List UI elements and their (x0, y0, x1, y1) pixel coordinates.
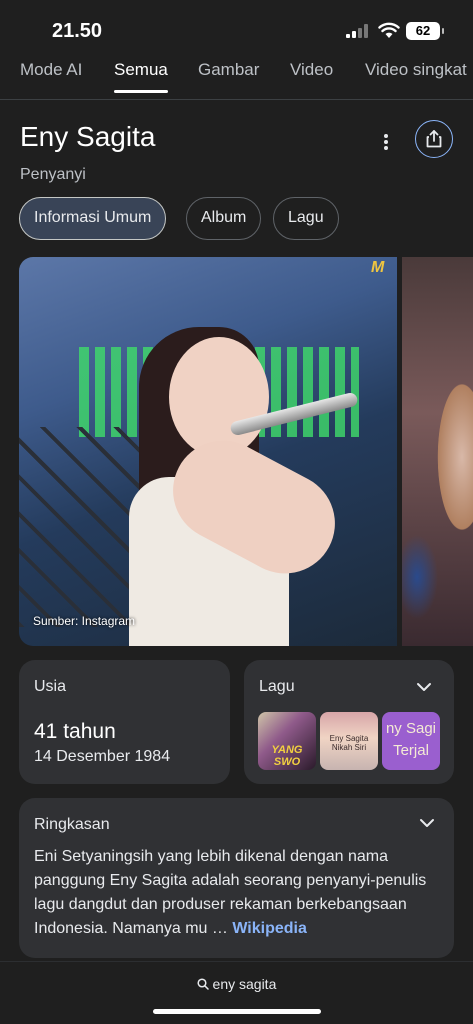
chevron-down-icon[interactable] (419, 815, 435, 831)
tab-mode-ai[interactable]: Mode AI (20, 60, 82, 80)
chip-informasi-umum[interactable]: Informasi Umum (19, 197, 167, 240)
songs-card[interactable]: Lagu YANG SWO Eny Sagita Nikah Siri ny S… (244, 660, 454, 784)
chevron-down-icon[interactable] (416, 679, 432, 695)
entity-title: Eny Sagita (20, 121, 156, 152)
more-options-icon[interactable] (376, 130, 396, 154)
age-card: Usia 41 tahun 14 Desember 1984 (19, 660, 230, 784)
cellular-signal-icon (346, 24, 368, 38)
chip-album[interactable]: Album (186, 197, 262, 240)
battery-indicator: 62 (406, 22, 444, 40)
main-photo[interactable]: M Sumber: Instagram (19, 257, 397, 646)
summary-body: Eni Setyaningsih yang lebih dikenal deng… (34, 848, 427, 937)
summary-card-title: Ringkasan (34, 816, 110, 833)
home-indicator[interactable] (153, 1009, 321, 1014)
song-thumbnail-text: ny Sagi Terjal (385, 720, 437, 759)
age-value: 41 tahun (34, 720, 116, 743)
tab-gambar[interactable]: Gambar (198, 60, 259, 80)
second-photo[interactable] (402, 257, 473, 646)
tab-video-singkat[interactable]: Video singkat (365, 60, 467, 80)
tab-video[interactable]: Video (290, 60, 333, 80)
summary-text: Eni Setyaningsih yang lebih dikenal deng… (34, 845, 444, 941)
search-query-text: eny sagita (212, 976, 277, 992)
share-icon (426, 130, 442, 148)
channel-logo: M (371, 259, 385, 276)
chip-lagu[interactable]: Lagu (273, 197, 339, 240)
search-tabs: Mode AI Semua Gambar Video Video singkat (0, 58, 473, 100)
share-button[interactable] (415, 120, 453, 158)
search-icon (197, 978, 209, 990)
song-thumbnail-text: Eny Sagita Nikah Siri (329, 734, 369, 752)
age-card-title: Usia (34, 678, 67, 695)
song-thumbnail[interactable]: YANG SWO (258, 712, 316, 770)
tab-semua[interactable]: Semua (114, 60, 168, 93)
birth-date: 14 Desember 1984 (34, 748, 171, 765)
status-bar: 21.50 62 (0, 0, 473, 60)
singer-face (169, 337, 269, 457)
image-source-label: Sumber: Instagram (33, 614, 136, 628)
bottom-search-bar: eny sagita (0, 961, 473, 1024)
status-time: 21.50 (52, 20, 103, 42)
song-thumbnail-text: YANG SWO (271, 744, 303, 768)
search-query-pill[interactable]: eny sagita (0, 976, 473, 992)
song-thumbnail[interactable]: ny Sagi Terjal (382, 712, 440, 770)
song-thumbnail[interactable]: Eny Sagita Nikah Siri (320, 712, 378, 770)
songs-card-title: Lagu (259, 678, 295, 695)
wikipedia-link[interactable]: Wikipedia (232, 920, 307, 937)
summary-card: Ringkasan Eni Setyaningsih yang lebih di… (19, 798, 454, 958)
entity-subtitle: Penyanyi (20, 166, 86, 183)
wifi-icon (378, 22, 400, 38)
